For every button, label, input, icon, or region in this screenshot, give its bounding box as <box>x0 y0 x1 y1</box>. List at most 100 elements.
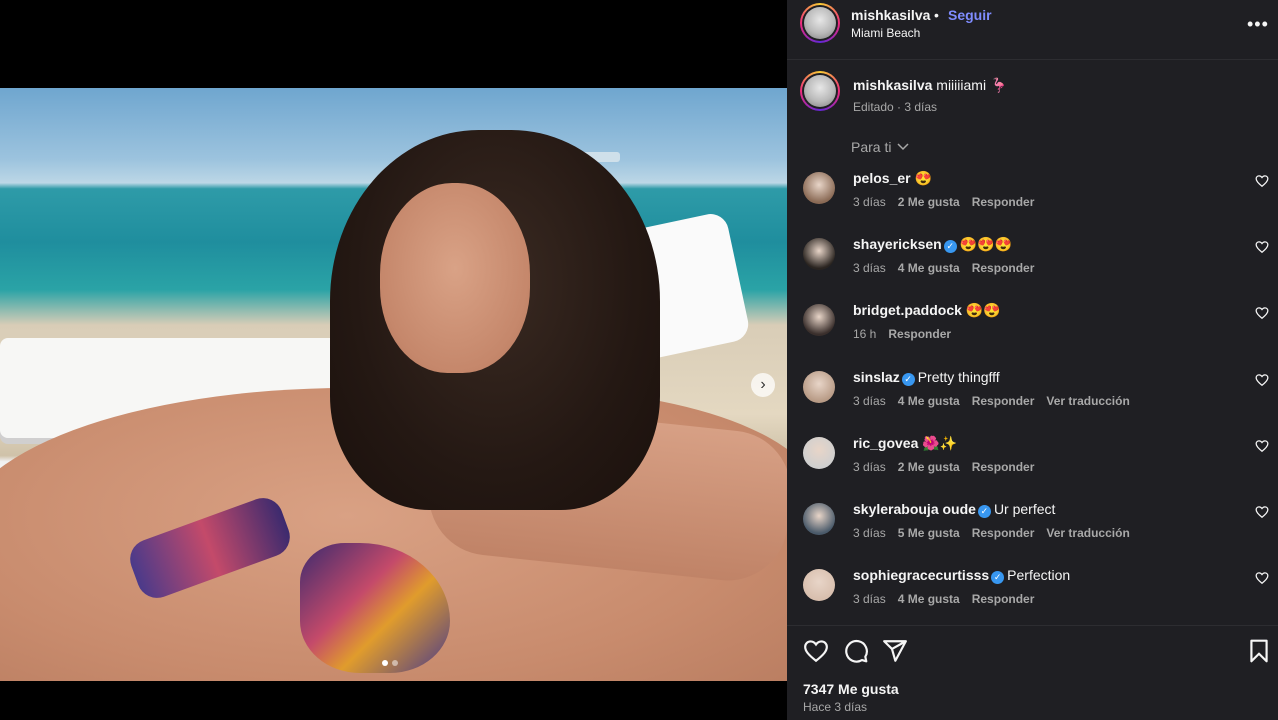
separator-dot: • <box>934 7 939 23</box>
verified-badge-icon: ✓ <box>943 240 957 254</box>
comment-like-heart-icon[interactable] <box>1255 240 1269 254</box>
media-area: › <box>0 0 787 720</box>
translate-button[interactable]: Ver traducción <box>1046 394 1129 408</box>
comment-like-heart-icon[interactable] <box>1255 373 1269 387</box>
location-link[interactable]: Miami Beach <box>851 26 920 40</box>
comment-sort-dropdown[interactable]: Para ti <box>851 139 909 155</box>
comment-time: 16 h <box>853 327 877 342</box>
more-options-icon[interactable]: ••• <box>1247 14 1269 35</box>
verified-badge-icon: ✓ <box>991 571 1005 585</box>
caption: mishkasilva miiiiiami 🦩 <box>853 77 1007 94</box>
caption-username[interactable]: mishkasilva <box>853 77 932 93</box>
commenter-username[interactable]: shayericksen <box>853 236 942 252</box>
follow-button[interactable]: Seguir <box>948 7 992 23</box>
commenter-avatar[interactable] <box>803 370 835 403</box>
comment-body: bridget.paddock 😍😍 <box>853 302 1001 319</box>
translate-button[interactable]: Ver traducción <box>1046 526 1129 540</box>
commenter-avatar[interactable] <box>803 503 835 535</box>
post-photo[interactable] <box>0 88 787 681</box>
commenter-avatar[interactable] <box>803 436 835 469</box>
comment-likes[interactable]: 2 Me gusta <box>898 460 960 474</box>
comment-row: sinslaz ✓ Pretty thingfff 3 días 4 Me gusta R… <box>787 369 1278 429</box>
reply-button[interactable]: Responder <box>888 327 951 341</box>
commenter-avatar[interactable] <box>803 569 835 602</box>
commenter-username[interactable]: pelos_er <box>853 170 911 186</box>
comment-time: 3 días <box>853 261 886 276</box>
bookmark-icon[interactable] <box>1246 638 1272 664</box>
commenter-username[interactable]: ric_govea <box>853 435 918 451</box>
comment-row: shayericksen ✓ 😍😍😍 3 días 4 Me gusta Responde… <box>787 236 1278 296</box>
comment-meta: 3 días 4 Me gusta Responder <box>853 261 1046 275</box>
comment-like-heart-icon[interactable] <box>1255 439 1269 453</box>
share-icon[interactable] <box>882 638 908 664</box>
comment-body: pelos_er 😍 <box>853 170 932 187</box>
comment-likes[interactable]: 5 Me gusta <box>898 526 960 540</box>
comment-time: 3 días <box>853 592 886 607</box>
likes-count[interactable]: 7347 Me gusta <box>803 681 899 697</box>
comment-meta: 3 días 2 Me gusta Responder <box>853 195 1046 209</box>
post-time[interactable]: Hace 3 días <box>803 700 867 714</box>
reply-button[interactable]: Responder <box>972 394 1035 408</box>
comment-body: ric_govea 🌺✨ <box>853 435 957 452</box>
comment-likes[interactable]: 2 Me gusta <box>898 195 960 209</box>
comment-body: sophiegracecurtisss ✓ Perfection <box>853 567 1071 585</box>
comment-body: skylerabouja oude ✓ Ur perfect <box>853 501 1055 518</box>
commenter-username[interactable]: bridget.paddock <box>853 302 962 318</box>
verified-badge-icon: ✓ <box>977 505 991 518</box>
comment-row: pelos_er 😍 3 días 2 Me gusta Responder <box>787 170 1278 230</box>
reply-button[interactable]: Responder <box>972 195 1035 209</box>
heart-icon[interactable] <box>803 638 829 664</box>
comment-meta: 3 días 4 Me gusta Responder <box>853 592 1046 606</box>
comment-likes[interactable]: 4 Me gusta <box>898 394 960 408</box>
comment-like-heart-icon[interactable] <box>1255 505 1269 519</box>
caption-avatar[interactable] <box>800 71 840 111</box>
chevron-down-icon <box>897 143 909 151</box>
reply-button[interactable]: Responder <box>972 460 1035 474</box>
author-avatar[interactable] <box>800 3 840 43</box>
commenter-username[interactable]: skylerabouja oude <box>853 501 976 517</box>
comment-icon[interactable] <box>843 638 869 664</box>
comment-like-heart-icon[interactable] <box>1255 571 1269 585</box>
action-bar: 7347 Me gusta Hace 3 días <box>787 625 1278 720</box>
comment-row: bridget.paddock 😍😍 16 h Responder <box>787 302 1278 362</box>
reply-button[interactable]: Responder <box>972 261 1035 275</box>
post-side-panel: mishkasilva • Seguir Miami Beach ••• mis… <box>787 0 1278 720</box>
commenter-avatar[interactable] <box>803 238 835 271</box>
comment-text: Ur perfect <box>993 501 1056 517</box>
comment-like-heart-icon[interactable] <box>1255 174 1269 188</box>
comment-text: 😍 <box>914 170 932 186</box>
comment-text: Pretty thingfff <box>917 368 1000 385</box>
carousel-dots <box>382 660 398 666</box>
comment-body: sinslaz ✓ Pretty thingfff <box>853 369 1000 386</box>
photo-face <box>380 183 530 373</box>
caption-text: miiiiiami 🦩 <box>936 77 1008 93</box>
chevron-right-icon: › <box>760 376 766 393</box>
comment-meta: 3 días 5 Me gusta Responder Ver traducción <box>853 526 1142 540</box>
post-header: mishkasilva • Seguir Miami Beach ••• <box>787 0 1278 60</box>
commenter-username[interactable]: sinslaz <box>853 369 900 385</box>
comment-row: skylerabouja oude ✓ Ur perfect 3 días 5 Me g… <box>787 501 1278 561</box>
next-slide-button[interactable]: › <box>751 373 775 397</box>
comment-time: 3 días <box>853 393 886 408</box>
commenter-username[interactable]: sophiegracecurtisss <box>853 567 989 583</box>
author-username[interactable]: mishkasilva <box>851 7 930 23</box>
instagram-post-view: › mishkasilva • Seguir Miami Beach ••• m… <box>0 0 1278 720</box>
verified-badge-icon: ✓ <box>901 372 915 386</box>
reply-button[interactable]: Responder <box>972 526 1035 540</box>
carousel-dot <box>392 660 398 666</box>
comment-time: 3 días <box>853 195 886 209</box>
comment-time: 3 días <box>853 459 886 474</box>
comment-like-heart-icon[interactable] <box>1255 306 1269 320</box>
sort-label: Para ti <box>851 139 892 155</box>
comment-time: 3 días <box>853 526 886 540</box>
reply-button[interactable]: Responder <box>972 592 1035 606</box>
comment-text: 😍😍😍 <box>959 236 1013 253</box>
comment-row: sophiegracecurtisss ✓ Perfection 3 días 4 Me… <box>787 567 1278 627</box>
comment-text: 😍😍 <box>965 302 1001 319</box>
comment-meta: 16 h Responder <box>853 327 963 341</box>
commenter-avatar[interactable] <box>803 172 835 204</box>
comment-likes[interactable]: 4 Me gusta <box>898 261 960 275</box>
commenter-avatar[interactable] <box>803 304 835 337</box>
comment-text: Perfection <box>1007 567 1071 584</box>
comment-likes[interactable]: 4 Me gusta <box>898 592 960 606</box>
